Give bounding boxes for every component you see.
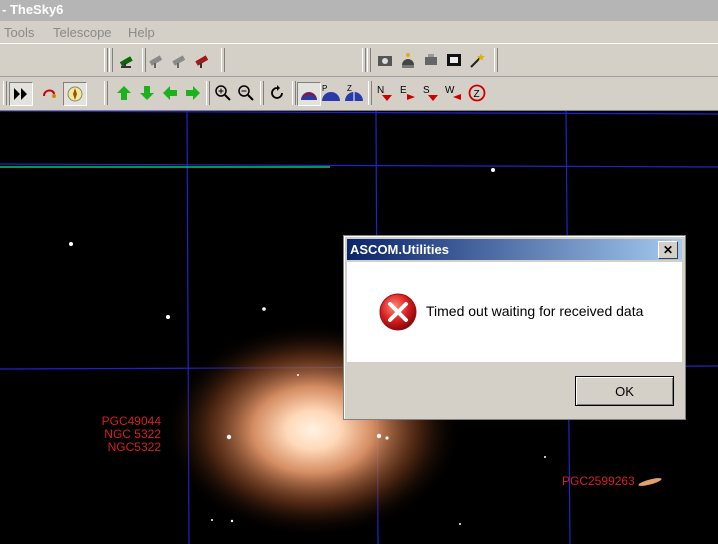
face-east-button[interactable]: E xyxy=(397,82,419,104)
telescope-park-button[interactable] xyxy=(169,49,191,71)
arrow-left-icon xyxy=(163,86,177,100)
toolbar-grip xyxy=(292,81,296,105)
toolbar-grip xyxy=(206,81,210,105)
telescope-connect-button[interactable] xyxy=(116,49,138,71)
move-left-button[interactable] xyxy=(159,82,181,104)
toolbar-grip xyxy=(221,48,225,72)
pole-view-button[interactable]: P xyxy=(320,82,342,104)
toolbar-grip xyxy=(367,48,371,72)
wand-button[interactable] xyxy=(466,49,488,71)
dialog-titlebar: ASCOM.Utilities ✕ xyxy=(347,239,682,260)
move-down-button[interactable] xyxy=(136,82,158,104)
telescope-gray-icon xyxy=(172,55,186,68)
east-icon: E xyxy=(400,85,415,100)
move-up-button[interactable] xyxy=(113,82,135,104)
toolbar-grip xyxy=(3,81,7,105)
toolbar-grip xyxy=(260,81,264,105)
image-icon xyxy=(447,54,461,66)
track-button[interactable] xyxy=(38,82,60,104)
face-west-button[interactable]: W xyxy=(443,82,465,104)
toolbar-grip xyxy=(368,81,372,105)
zoom-out-button[interactable] xyxy=(235,82,257,104)
dialog-body: Timed out waiting for received data xyxy=(347,262,682,362)
toolbar-grip xyxy=(109,48,113,72)
rotate-button[interactable] xyxy=(266,82,288,104)
dialog-title: ASCOM.Utilities xyxy=(350,242,449,257)
zenith-icon: Z xyxy=(345,84,363,101)
dialog-message: Timed out waiting for received data xyxy=(426,303,644,319)
south-icon: S xyxy=(423,85,438,101)
svg-text:S: S xyxy=(423,85,430,96)
ok-button-label: OK xyxy=(615,383,634,399)
zoom-out-icon xyxy=(238,85,254,101)
zoom-in-button[interactable] xyxy=(212,82,234,104)
window-title: - TheSky6 xyxy=(2,2,64,17)
svg-text:Z: Z xyxy=(474,89,480,100)
compass-button[interactable] xyxy=(63,82,87,106)
toolbar-grip xyxy=(104,48,108,72)
fast-forward-button[interactable] xyxy=(9,82,33,106)
menubar: Tools Telescope Help xyxy=(0,21,718,44)
svg-text:Z: Z xyxy=(347,84,352,93)
move-right-button[interactable] xyxy=(182,82,204,104)
track-icon xyxy=(43,89,56,98)
telescope-disconnect-button[interactable] xyxy=(146,49,168,71)
focuser-button[interactable] xyxy=(420,49,442,71)
telescope-red-icon xyxy=(195,55,209,68)
horizon-icon xyxy=(301,92,317,100)
telescope-connect-icon xyxy=(119,56,133,68)
toolbar-telescope xyxy=(0,44,718,77)
svg-text:N: N xyxy=(377,85,384,96)
telescope-gray-icon xyxy=(149,55,163,68)
svg-text:E: E xyxy=(400,85,407,96)
error-dialog: ASCOM.Utilities ✕ Timed out waiting for … xyxy=(343,235,686,420)
magic-wand-icon xyxy=(470,53,485,68)
svg-text:P: P xyxy=(322,84,327,93)
face-south-button[interactable]: S xyxy=(420,82,442,104)
galaxy-pgc2599263 xyxy=(638,478,662,486)
object-label[interactable]: PGC2599263 xyxy=(562,475,635,488)
zenith-circle-icon: Z xyxy=(468,84,486,102)
object-label[interactable]: NGC5322 xyxy=(108,441,161,454)
observatory-button[interactable] xyxy=(397,49,419,71)
zoom-in-icon xyxy=(215,85,231,101)
west-icon: W xyxy=(445,85,461,100)
compass-icon xyxy=(67,86,83,102)
arrow-up-icon xyxy=(117,86,131,100)
toolbar-navigation: P Z N E S W Z xyxy=(0,77,718,111)
close-icon: ✕ xyxy=(662,243,674,257)
dome-icon xyxy=(402,53,414,68)
ok-button[interactable]: OK xyxy=(575,376,674,406)
face-north-button[interactable]: N xyxy=(374,82,396,104)
north-icon: N xyxy=(377,85,392,101)
dialog-close-button[interactable]: ✕ xyxy=(658,241,678,259)
svg-text:W: W xyxy=(445,85,455,96)
arrow-right-icon xyxy=(186,86,200,100)
arrow-down-icon xyxy=(140,86,154,100)
zenith-view-button[interactable]: Z xyxy=(343,82,365,104)
toolbar-grip xyxy=(494,48,498,72)
rotate-icon xyxy=(271,85,283,99)
pole-icon: P xyxy=(322,84,340,101)
focuser-icon xyxy=(425,54,437,65)
toolbar-grip xyxy=(362,48,366,72)
face-zenith-button[interactable]: Z xyxy=(466,82,488,104)
horizon-view-button[interactable] xyxy=(297,82,321,106)
menu-telescope[interactable]: Telescope xyxy=(53,25,112,40)
telescope-abort-button[interactable] xyxy=(192,49,214,71)
fast-forward-icon xyxy=(14,88,27,100)
toolbar-grip xyxy=(104,81,108,105)
camera-button[interactable] xyxy=(374,49,396,71)
image-link-button[interactable] xyxy=(443,49,465,71)
window-titlebar: - TheSky6 xyxy=(0,0,718,21)
menu-help[interactable]: Help xyxy=(128,25,155,40)
camera-icon xyxy=(378,56,392,66)
menu-tools[interactable]: Tools xyxy=(4,25,34,40)
error-icon xyxy=(379,293,417,331)
